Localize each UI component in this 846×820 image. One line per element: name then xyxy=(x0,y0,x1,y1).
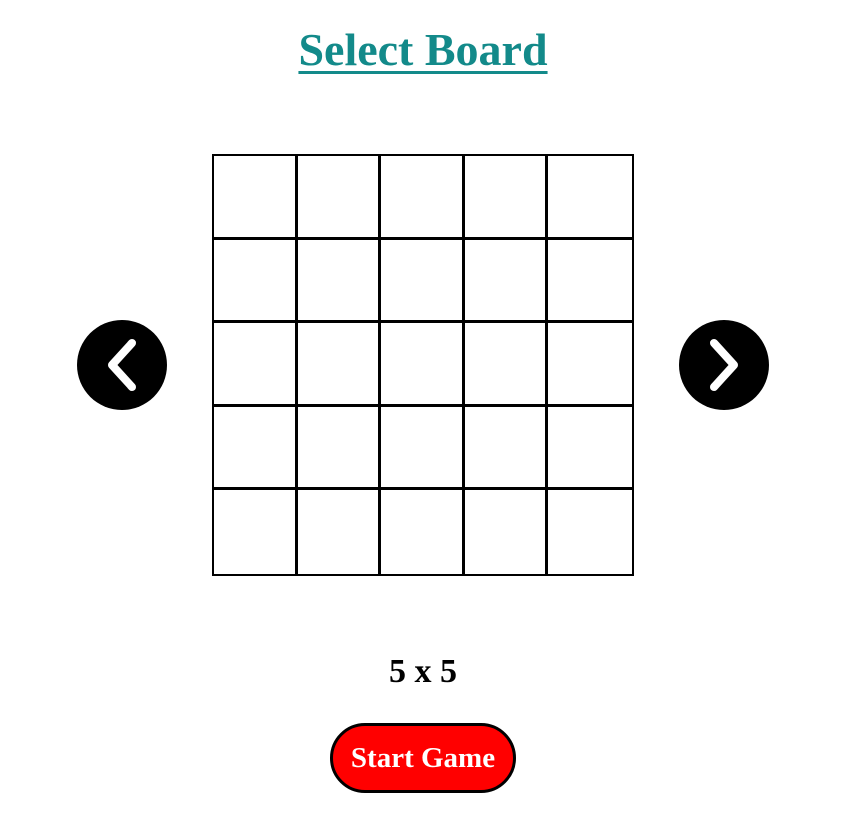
board-cell xyxy=(548,239,632,324)
board-cell xyxy=(464,323,549,407)
game-board-preview xyxy=(212,154,634,576)
board-cell xyxy=(381,239,465,324)
board-cell xyxy=(214,490,298,574)
board-cell xyxy=(297,156,382,240)
board-cell xyxy=(464,156,549,240)
board-cell xyxy=(464,239,549,324)
board-cell xyxy=(381,490,465,574)
board-cell xyxy=(548,323,632,407)
board-cell xyxy=(464,490,549,574)
chevron-right-icon xyxy=(704,335,744,395)
board-cell xyxy=(548,406,632,491)
board-cell xyxy=(297,323,382,407)
board-cell xyxy=(381,323,465,407)
board-cell xyxy=(297,490,382,574)
board-cell xyxy=(381,406,465,491)
board-cell xyxy=(214,406,298,491)
board-cell xyxy=(214,239,298,324)
page-title: Select Board xyxy=(298,24,548,75)
board-cell xyxy=(297,406,382,491)
board-cell xyxy=(214,156,298,240)
start-game-button[interactable]: Start Game xyxy=(330,723,516,793)
chevron-left-icon xyxy=(102,335,142,395)
board-cell xyxy=(214,323,298,407)
board-cell xyxy=(464,406,549,491)
previous-board-button[interactable] xyxy=(77,320,167,410)
board-cell xyxy=(297,239,382,324)
board-cell xyxy=(381,156,465,240)
board-size-label: 5 x 5 xyxy=(389,653,457,690)
board-cell xyxy=(548,490,632,574)
next-board-button[interactable] xyxy=(679,320,769,410)
board-cell xyxy=(548,156,632,240)
